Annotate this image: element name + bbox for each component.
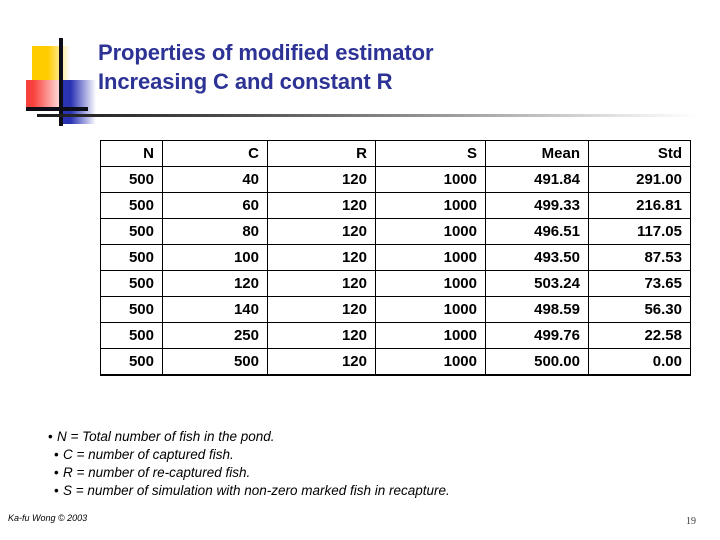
cell-std: 22.58 — [588, 322, 691, 349]
bullet-icon: • — [54, 447, 59, 463]
slide-title-block: Properties of modified estimator Increas… — [0, 0, 720, 130]
cell-r: 120 — [267, 192, 376, 219]
cell-n: 500 — [100, 348, 163, 376]
bullet-icon: • — [54, 483, 59, 499]
cell-std: 73.65 — [588, 270, 691, 297]
cell-r: 120 — [267, 218, 376, 245]
cell-mean: 491.84 — [485, 166, 589, 193]
decor-horizontal-line — [26, 107, 88, 111]
cell-n: 500 — [100, 244, 163, 271]
decor-yellow-square — [32, 46, 70, 82]
table-row: 500 60 120 1000 499.33 216.81 — [100, 192, 691, 219]
page-title-line-1: Properties of modified estimator — [98, 40, 434, 65]
column-header-s: S — [375, 140, 486, 167]
cell-mean: 499.33 — [485, 192, 589, 219]
cell-s: 1000 — [375, 322, 486, 349]
table-row: 500 140 120 1000 498.59 56.30 — [100, 296, 691, 323]
decor-vertical-line — [59, 38, 63, 126]
table-header-row: N C R S Mean Std — [100, 140, 691, 167]
cell-n: 500 — [100, 322, 163, 349]
cell-mean: 499.76 — [485, 322, 589, 349]
cell-s: 1000 — [375, 218, 486, 245]
cell-mean: 498.59 — [485, 296, 589, 323]
cell-s: 1000 — [375, 348, 486, 376]
legend-item-label: S = number of simulation with non-zero m… — [63, 483, 450, 499]
cell-s: 1000 — [375, 192, 486, 219]
column-header-n: N — [100, 140, 163, 167]
results-table: N C R S Mean Std 500 40 120 1000 491.84 291.00 500 6… — [100, 140, 691, 376]
cell-s: 1000 — [375, 270, 486, 297]
footer-page-number: 19 — [686, 516, 696, 527]
column-header-c: C — [162, 140, 268, 167]
cell-c: 40 — [162, 166, 268, 193]
cell-std: 0.00 — [588, 348, 691, 376]
table-row: 500 250 120 1000 499.76 22.58 — [100, 322, 691, 349]
cell-std: 216.81 — [588, 192, 691, 219]
table-row: 500 40 120 1000 491.84 291.00 — [100, 166, 691, 193]
table-row: 500 500 120 1000 500.00 0.00 — [100, 348, 691, 376]
cell-r: 120 — [267, 296, 376, 323]
legend-item: • N = Total number of fish in the pond. — [48, 428, 688, 446]
bullet-icon: • — [48, 429, 53, 444]
cell-c: 100 — [162, 244, 268, 271]
table-row: 500 80 120 1000 496.51 117.05 — [100, 218, 691, 245]
cell-n: 500 — [100, 270, 163, 297]
cell-mean: 500.00 — [485, 348, 589, 376]
legend-item: • R = number of re-captured fish. — [54, 464, 688, 482]
legend-item-label: C = number of captured fish. — [63, 447, 234, 463]
cell-s: 1000 — [375, 244, 486, 271]
table-row: 500 100 120 1000 493.50 87.53 — [100, 244, 691, 271]
cell-c: 60 — [162, 192, 268, 219]
legend-item: • S = number of simulation with non-zero … — [54, 482, 688, 500]
legend-item-label: N = Total number of fish in the pond. — [57, 429, 275, 444]
bullet-icon: • — [54, 465, 59, 481]
cell-std: 117.05 — [588, 218, 691, 245]
legend-item: • C = number of captured fish. — [54, 446, 688, 464]
table-row: 500 120 120 1000 503.24 73.65 — [100, 270, 691, 297]
cell-std: 87.53 — [588, 244, 691, 271]
decor-blue-square — [60, 80, 96, 124]
cell-n: 500 — [100, 166, 163, 193]
cell-r: 120 — [267, 322, 376, 349]
cell-n: 500 — [100, 192, 163, 219]
title-underline-rule — [37, 114, 697, 117]
cell-r: 120 — [267, 244, 376, 271]
legend-item-label: R = number of re-captured fish. — [63, 465, 251, 481]
cell-c: 250 — [162, 322, 268, 349]
cell-std: 291.00 — [588, 166, 691, 193]
cell-std: 56.30 — [588, 296, 691, 323]
cell-r: 120 — [267, 348, 376, 376]
cell-n: 500 — [100, 296, 163, 323]
page-title: Properties of modified estimator Increas… — [98, 38, 698, 97]
column-header-mean: Mean — [485, 140, 589, 167]
results-table-container: N C R S Mean Std 500 40 120 1000 491.84 291.00 500 6… — [100, 140, 691, 376]
decorative-logo-graphic — [26, 38, 96, 126]
cell-c: 500 — [162, 348, 268, 376]
cell-mean: 496.51 — [485, 218, 589, 245]
cell-r: 120 — [267, 270, 376, 297]
footer-copyright: Ka-fu Wong © 2003 — [8, 513, 88, 523]
cell-r: 120 — [267, 166, 376, 193]
cell-mean: 503.24 — [485, 270, 589, 297]
cell-mean: 493.50 — [485, 244, 589, 271]
column-header-std: Std — [588, 140, 691, 167]
variable-definitions-legend: • N = Total number of fish in the pond. • C… — [48, 428, 688, 500]
cell-s: 1000 — [375, 166, 486, 193]
cell-n: 500 — [100, 218, 163, 245]
page-title-line-2: Increasing C and constant R — [98, 69, 393, 95]
cell-c: 140 — [162, 296, 268, 323]
column-header-r: R — [267, 140, 376, 167]
cell-c: 80 — [162, 218, 268, 245]
cell-s: 1000 — [375, 296, 486, 323]
cell-c: 120 — [162, 270, 268, 297]
